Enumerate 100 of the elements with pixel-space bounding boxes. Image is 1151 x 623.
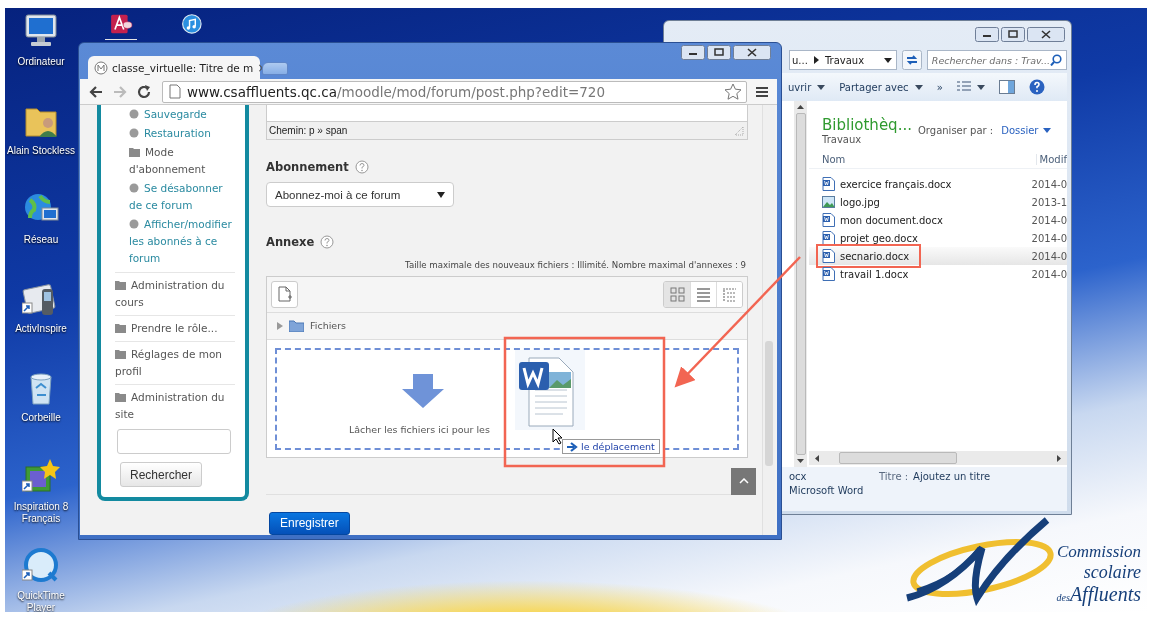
breadcrumb-item[interactable]: u... (792, 54, 808, 66)
desktop-shortcut[interactable]: Ordinateur (5, 12, 77, 88)
m-circle-icon (94, 60, 108, 75)
search-button[interactable]: Rechercher (120, 462, 203, 487)
file-row[interactable]: projet geo.docx 2014-0 (809, 229, 1067, 247)
desktop-shortcut[interactable]: Réseau (5, 190, 77, 266)
sidebar-item[interactable]: Administration du site (115, 385, 235, 427)
url-text: www.csaffluents.qc.ca/moodle/mod/forum/post.php?edit=720 (187, 83, 607, 100)
desktop-shortcut[interactable]: ActivInspire (5, 279, 77, 355)
help-icon[interactable] (1028, 79, 1045, 95)
scrollbar-thumb[interactable] (765, 341, 773, 466)
save-button[interactable]: Enregistrer (269, 511, 350, 535)
logo-text: des (1056, 592, 1070, 603)
new-tab-button[interactable] (262, 62, 288, 75)
maximize-button[interactable] (707, 45, 731, 60)
file-row[interactable]: exercice français.docx 2014-0 (809, 175, 1067, 193)
logo-text: Commission (1056, 541, 1141, 562)
arrange-label: Organiser par : (918, 124, 994, 136)
sidebar-link[interactable]: Sauvegarde (129, 105, 235, 124)
bullet-icon (129, 128, 139, 138)
file-name: exercice français.docx (840, 178, 952, 190)
library-title: Bibliothèq... (822, 115, 913, 134)
horizontal-scrollbar[interactable] (809, 451, 1067, 465)
property-value[interactable]: Ajoutez un titre (913, 471, 991, 511)
desktop-shortcut[interactable]: Corbeille (5, 368, 77, 444)
minimize-button[interactable] (681, 45, 705, 60)
file-date: 2013-1 (1030, 196, 1067, 208)
vertical-scrollbar[interactable] (794, 101, 807, 467)
add-file-button[interactable] (271, 280, 298, 308)
view-options-button[interactable] (956, 81, 985, 93)
breadcrumb-item[interactable]: Travaux (824, 54, 865, 66)
file-name: logo.jpg (840, 196, 880, 208)
text-editor[interactable] (266, 105, 748, 122)
sidebar-link[interactable]: Se désabonner de ce forum (129, 179, 235, 215)
desktop-shortcut[interactable]: Alain Stockless (5, 101, 77, 177)
sidebar-item[interactable]: Prendre le rôle... (115, 316, 235, 342)
scroll-top-button[interactable] (731, 467, 756, 495)
breadcrumb-bar[interactable]: u... Travaux (789, 50, 897, 70)
vertical-scrollbar[interactable] (762, 105, 775, 535)
view-mode-button[interactable] (716, 281, 742, 307)
file-type: Microsoft Word (789, 485, 865, 496)
close-button[interactable] (733, 45, 771, 60)
file-row[interactable]: mon document.docx 2014-0 (809, 211, 1067, 229)
file-date: 2014-0 (1030, 250, 1067, 262)
bullet-icon (129, 183, 139, 193)
subscription-dropdown[interactable]: Abonnez-moi à ce forum (266, 182, 454, 207)
file-row[interactable]: logo.jpg 2013-1 (809, 193, 1067, 211)
file-plus-icon (277, 286, 292, 303)
sidebar-item[interactable]: Réglages de mon profil (115, 342, 235, 385)
search-field[interactable] (117, 429, 231, 454)
sidebar-item[interactable]: Administration du cours (115, 273, 235, 316)
sidebar-link[interactable]: Afficher/modifier les abonnés à ce forum (129, 215, 235, 268)
desktop-shortcut[interactable]: Inspiration 8 Français (5, 457, 77, 533)
maximize-button[interactable] (1001, 26, 1025, 42)
toolbar-button[interactable]: Partager avec (839, 81, 923, 93)
dropdown-caret-icon (1043, 127, 1052, 133)
file-name: projet geo.docx (840, 232, 918, 244)
file-date: 2014-0 (1030, 268, 1067, 280)
resize-grip-icon (734, 125, 744, 136)
file-row[interactable]: secnario.docx 2014-0 (809, 247, 1067, 265)
sidebar-link[interactable]: Restauration (129, 124, 235, 143)
arrange-dropdown[interactable]: Dossier (1001, 124, 1052, 136)
toolbar-button[interactable]: » (936, 81, 943, 93)
folder-link[interactable]: Fichiers (310, 320, 346, 332)
file-name: ocx (789, 471, 808, 482)
dropdown-caret-icon (914, 84, 923, 90)
down-arrow-icon (402, 373, 444, 408)
folder-icon (115, 281, 126, 290)
preview-pane-button[interactable] (998, 80, 1015, 94)
drop-zone-text: Lâcher les fichiers ici pour les (349, 423, 490, 435)
scroll-left-arrow-icon (815, 454, 819, 462)
view-mode-button[interactable] (664, 281, 690, 307)
dropdown-caret-icon (883, 57, 892, 63)
minimize-button[interactable] (975, 26, 999, 42)
sidebar-item[interactable]: Mode d'abonnement (129, 143, 235, 179)
logo-text: scolaire (1083, 562, 1141, 583)
property-label: Titre : (879, 471, 909, 484)
file-date: 2014-0 (1030, 232, 1067, 244)
scrollbar-thumb[interactable] (795, 113, 806, 455)
file-row[interactable]: travail 1.docx 2014-0 (809, 265, 1067, 283)
view-mode-button[interactable] (690, 281, 716, 307)
scrollbar-thumb[interactable] (839, 452, 957, 464)
bullet-icon (129, 109, 139, 119)
word-document-icon (822, 213, 835, 227)
scroll-down-arrow-icon (797, 459, 804, 463)
column-header[interactable]: Modif (1035, 154, 1067, 165)
close-button[interactable] (1027, 26, 1065, 42)
tab-title: classe_virtuelle: Titre de m (112, 61, 254, 74)
search-field[interactable]: Rechercher dans : Trav... (926, 50, 1067, 70)
toolbar-button[interactable]: uvrir (788, 81, 826, 93)
image-file-icon (822, 195, 835, 209)
star-icon (724, 82, 742, 101)
star-icon (22, 457, 60, 495)
word-document-icon (822, 249, 835, 263)
back-arrow-icon (88, 83, 104, 100)
field-label: Abonnement (266, 160, 349, 175)
column-header[interactable]: Nom (809, 154, 1036, 165)
file-limits-text: Taille maximale des nouveaux fichiers : Illimité. Nombre maximal d'annexes : 9 (404, 259, 747, 270)
word-document-icon (822, 177, 835, 191)
address-bar[interactable]: www.csaffluents.qc.ca/moodle/mod/forum/post.php?edit=720 (162, 80, 747, 103)
